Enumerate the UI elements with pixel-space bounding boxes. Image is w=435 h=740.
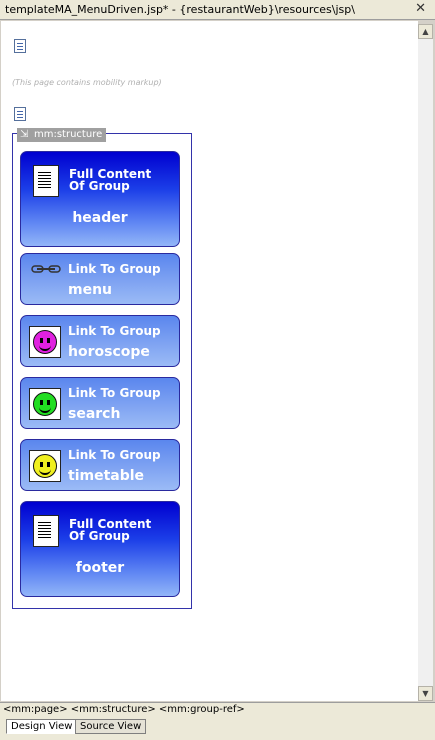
group-name: header <box>72 210 128 226</box>
window-title: templateMA_MenuDriven.jsp* - {restaurant… <box>5 3 355 16</box>
scroll-down-arrow-icon[interactable]: ▼ <box>418 686 433 701</box>
close-icon[interactable]: ✕ <box>415 1 426 16</box>
smiley-yellow-icon <box>29 450 61 482</box>
link-to-group-label: Link To Group <box>68 448 161 462</box>
document-icon <box>33 515 59 547</box>
tag-breadcrumb[interactable]: <mm:page> <mm:structure> <mm:group-ref> <box>3 704 245 715</box>
group-name: menu <box>68 282 113 298</box>
group-block-timetable[interactable]: Link To Group timetable <box>20 439 180 491</box>
title-bar: templateMA_MenuDriven.jsp* - {restaurant… <box>0 0 435 20</box>
view-tabs: Design View Source View <box>0 717 435 740</box>
group-block-footer[interactable]: Full Content Of Group footer <box>20 501 180 597</box>
group-name: horoscope <box>68 344 150 360</box>
scroll-up-arrow-icon[interactable]: ▲ <box>418 24 433 39</box>
group-block-header[interactable]: Full Content Of Group header <box>20 151 180 247</box>
link-to-group-label: Link To Group <box>68 386 161 400</box>
full-content-label: Full Content Of Group <box>69 167 152 193</box>
group-block-horoscope[interactable]: Link To Group horoscope <box>20 315 180 367</box>
group-name: footer <box>75 560 125 576</box>
full-content-label: Full Content Of Group <box>69 517 152 543</box>
smiley-magenta-icon <box>29 326 61 358</box>
group-block-search[interactable]: Link To Group search <box>20 377 180 429</box>
page-markup-icon[interactable] <box>14 39 26 53</box>
structure-arrow-icon: ⇲ <box>20 129 29 140</box>
link-to-group-label: Link To Group <box>68 324 161 338</box>
tag-breadcrumb-bar: <mm:page> <mm:structure> <mm:group-ref> <box>0 702 435 717</box>
mobility-markup-note: (This page contains mobility markup) <box>12 78 162 87</box>
tab-design-view[interactable]: Design View <box>6 719 78 734</box>
structure-tag-label: mm:structure <box>34 129 103 140</box>
vertical-scrollbar[interactable]: ▲ ▼ <box>418 24 433 701</box>
smiley-green-icon <box>29 388 61 420</box>
group-name: timetable <box>68 468 145 484</box>
link-chain-icon <box>31 265 61 273</box>
page-markup-icon[interactable] <box>14 107 26 121</box>
mm-structure-tag[interactable]: ⇲ mm:structure <box>17 128 107 142</box>
group-block-menu[interactable]: Link To Group menu <box>20 253 180 305</box>
tab-source-view[interactable]: Source View <box>75 719 147 734</box>
document-icon <box>33 165 59 197</box>
link-to-group-label: Link To Group <box>68 262 161 276</box>
group-name: search <box>68 406 121 422</box>
